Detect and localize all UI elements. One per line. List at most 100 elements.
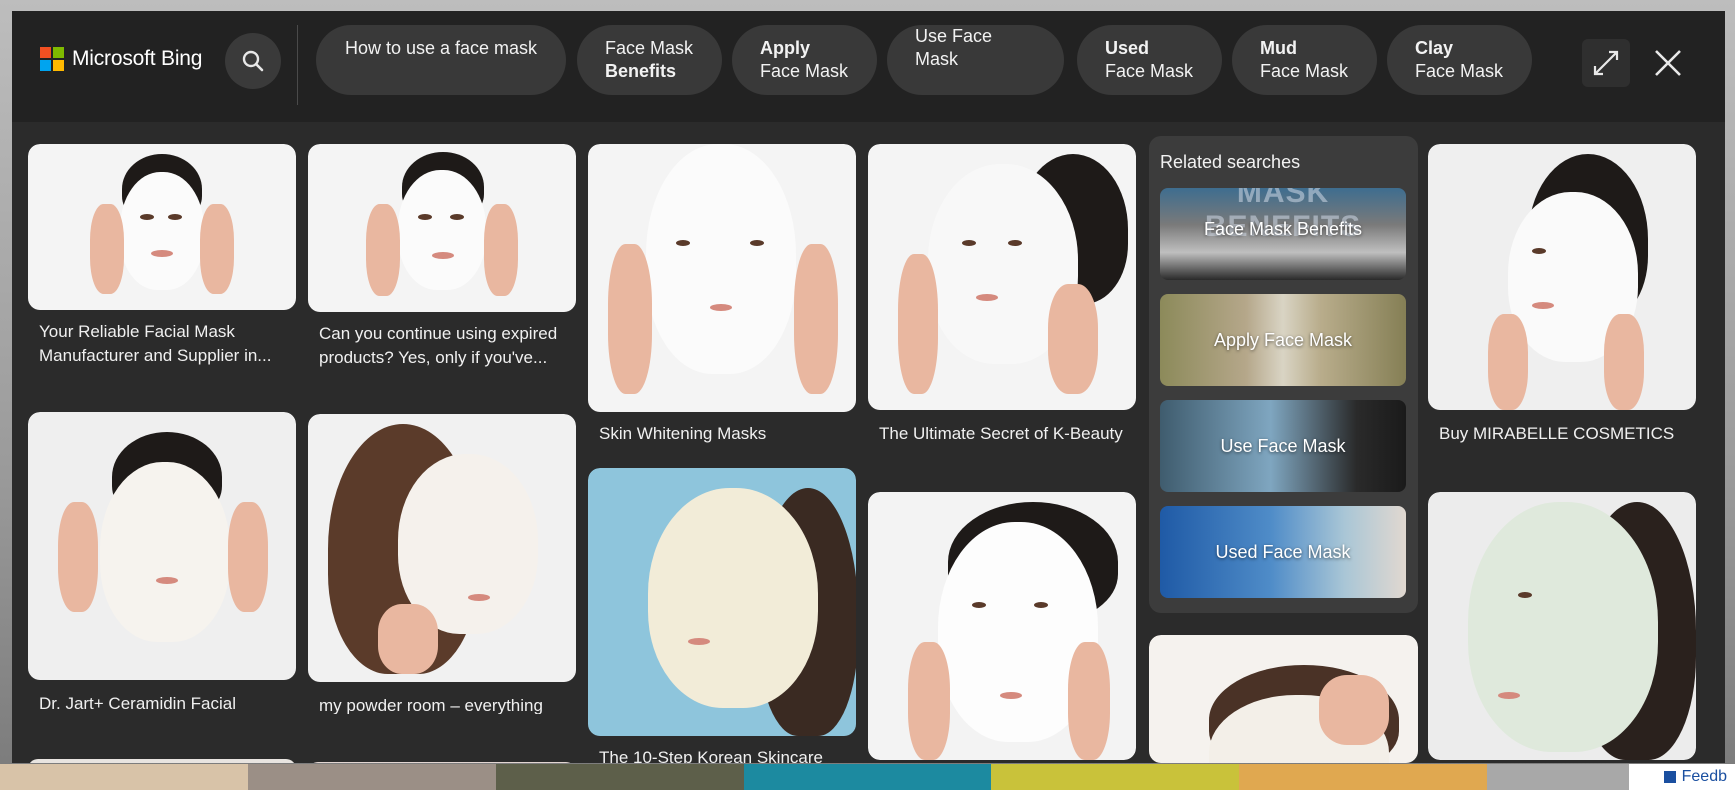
expand-icon xyxy=(1593,50,1619,76)
chip-label: Face Mask xyxy=(1105,61,1194,81)
result-image xyxy=(1149,635,1418,763)
result-image xyxy=(28,144,296,310)
related-item-label: Face Mask Benefits xyxy=(1203,218,1363,239)
sheet-mask-shape xyxy=(120,172,204,290)
chip-label-bold: Used xyxy=(1105,38,1150,58)
related-item-label: Used Face Mask xyxy=(1215,541,1351,562)
lips-shape xyxy=(432,252,454,259)
related-item-face-mask-benefits[interactable]: MASK BENEFITS Face Mask Benefits xyxy=(1160,188,1406,280)
search-icon xyxy=(242,50,264,72)
logo-square-blue xyxy=(40,60,51,71)
result-card[interactable]: The Ultimate Secret of K-Beauty Masks – … xyxy=(868,144,1136,444)
result-card[interactable]: Can you continue using expired products?… xyxy=(308,144,576,378)
result-image-partial[interactable] xyxy=(28,759,296,763)
chip-label: Face Mask xyxy=(1415,61,1504,81)
result-card[interactable]: Buy MIRABELLE COSMETICS KOREA Fairness S… xyxy=(1428,144,1696,444)
result-caption: my powder room – everything you should k… xyxy=(319,696,543,714)
result-card[interactable]: Dr. Jart+ Ceramidin Facial Barrier Mask … xyxy=(28,412,296,712)
chip-mud-face-mask[interactable]: Mud Face Mask xyxy=(1232,25,1377,95)
lips-shape xyxy=(468,594,490,601)
result-caption: The Ultimate Secret of K-Beauty Masks – … xyxy=(879,424,1123,443)
chip-apply-face-mask[interactable]: Apply Face Mask xyxy=(732,25,877,95)
lips-shape xyxy=(156,577,178,584)
brand-name: Microsoft Bing xyxy=(72,47,203,70)
chip-face-mask-benefits[interactable]: Face Mask Benefits xyxy=(577,25,722,95)
sheet-mask-shape xyxy=(100,462,230,642)
result-card[interactable]: Skin Whitening Masks xyxy=(588,144,856,444)
result-card[interactable]: my powder room – everything you should k… xyxy=(308,414,576,714)
top-bar: Microsoft Bing How to use a face mask Fa… xyxy=(12,11,1725,122)
chip-how-to-use[interactable]: How to use a face mask xyxy=(316,25,566,95)
hand-shape xyxy=(366,204,400,296)
result-image-partial[interactable] xyxy=(308,762,576,763)
result-image xyxy=(28,412,296,680)
related-item-label: Use Face Mask xyxy=(1220,435,1346,456)
hand-shape xyxy=(1068,642,1110,760)
related-item-apply-face-mask[interactable]: Apply Face Mask xyxy=(1160,294,1406,386)
eye-shape xyxy=(972,602,986,608)
lips-shape xyxy=(1498,692,1520,699)
lips-shape xyxy=(688,638,710,645)
eye-shape xyxy=(418,214,432,220)
result-caption: Skin Whitening Masks xyxy=(599,424,767,443)
sheet-mask-shape xyxy=(646,144,796,374)
eye-shape xyxy=(140,214,154,220)
image-search-overlay: Microsoft Bing How to use a face mask Fa… xyxy=(12,11,1725,763)
feedback-button[interactable]: Feedb xyxy=(1629,764,1735,790)
related-item-used-face-mask[interactable]: Used Face Mask xyxy=(1160,506,1406,598)
expand-button[interactable] xyxy=(1582,39,1630,87)
result-image xyxy=(1428,144,1696,410)
bing-logo[interactable]: Microsoft Bing xyxy=(40,47,202,71)
chip-label: Face Mask xyxy=(605,38,694,58)
chip-label-bold: Apply xyxy=(760,38,811,58)
hand-shape xyxy=(58,502,98,612)
result-card[interactable] xyxy=(868,492,1136,760)
search-button[interactable] xyxy=(225,33,281,89)
hand-shape xyxy=(898,254,938,394)
lips-shape xyxy=(151,250,173,257)
sheet-mask-shape xyxy=(398,170,486,290)
feedback-icon xyxy=(1663,771,1676,783)
hand-shape xyxy=(200,204,234,294)
result-image xyxy=(308,144,576,312)
eye-shape xyxy=(1518,592,1532,598)
chip-label-bold: Benefits xyxy=(605,61,677,81)
eye-shape xyxy=(1532,248,1546,254)
chip-label: Use Face Mask xyxy=(915,26,993,69)
logo-square-yellow xyxy=(53,60,64,71)
chip-label: Face Mask xyxy=(760,61,849,81)
result-card[interactable] xyxy=(1149,635,1418,763)
chip-clay-face-mask[interactable]: Clay Face Mask xyxy=(1387,25,1532,95)
result-caption: Your Reliable Facial Mask Manufacturer a… xyxy=(39,322,272,365)
chip-label: How to use a face mask xyxy=(344,37,538,58)
lips-shape xyxy=(1532,302,1554,309)
result-caption: Buy MIRABELLE COSMETICS KOREA Fairness S… xyxy=(1439,424,1675,443)
chip-label: Face Mask xyxy=(1260,61,1349,81)
chip-used-face-mask[interactable]: Used Face Mask xyxy=(1077,25,1222,95)
eye-shape xyxy=(1034,602,1048,608)
hand-shape xyxy=(608,244,652,394)
related-item-label: Apply Face Mask xyxy=(1213,329,1353,350)
eye-shape xyxy=(450,214,464,220)
result-card[interactable]: The 10-Step Korean Skincare xyxy=(588,468,856,763)
related-item-use-face-mask[interactable]: Use Face Mask xyxy=(1160,400,1406,492)
eye-shape xyxy=(962,240,976,246)
result-caption: The 10-Step Korean Skincare xyxy=(599,748,823,763)
result-card[interactable]: Your Reliable Facial Mask Manufacturer a… xyxy=(28,144,296,374)
result-card[interactable] xyxy=(1428,492,1696,760)
close-button[interactable] xyxy=(1644,39,1692,87)
eye-shape xyxy=(1008,240,1022,246)
chip-label-bold: Mud xyxy=(1260,38,1297,58)
result-image xyxy=(868,492,1136,760)
hand-shape xyxy=(1488,314,1528,410)
result-image xyxy=(588,144,856,412)
lips-shape xyxy=(976,294,998,301)
chip-use-face-mask[interactable]: Use Face Mask xyxy=(887,25,1064,95)
related-searches-panel: Related searches MASK BENEFITS Face Mask… xyxy=(1149,136,1418,613)
chip-label-bold: Clay xyxy=(1415,38,1454,58)
result-image xyxy=(868,144,1136,410)
logo-square-green xyxy=(53,47,64,58)
result-image xyxy=(588,468,856,736)
result-image xyxy=(308,414,576,682)
eye-shape xyxy=(676,240,690,246)
